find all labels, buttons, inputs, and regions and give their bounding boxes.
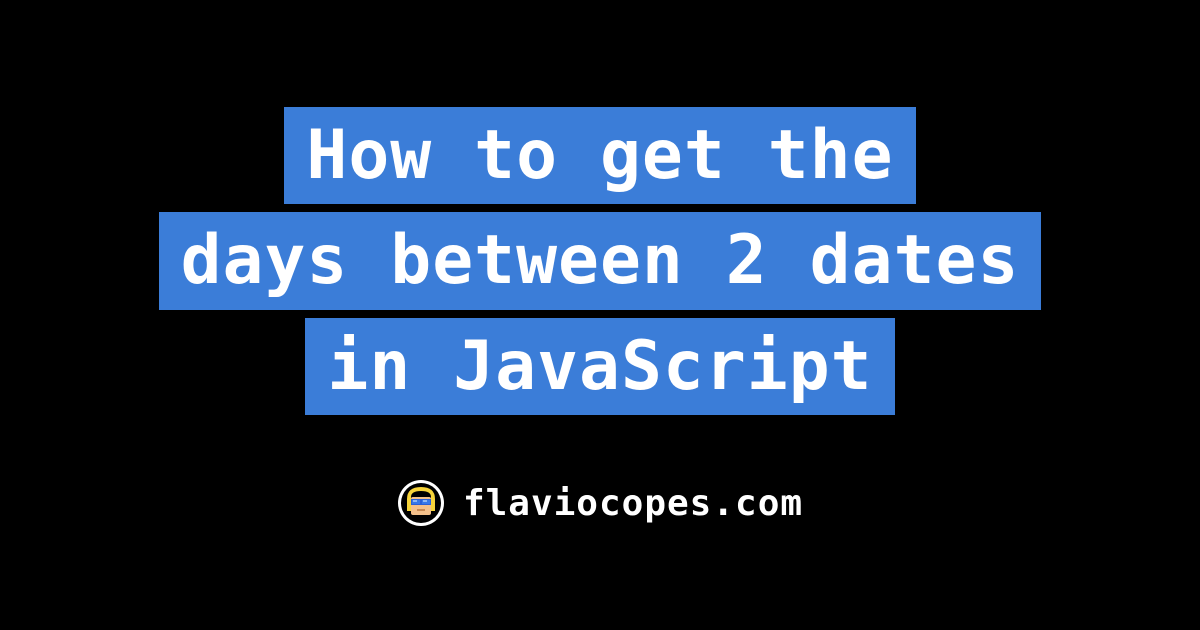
title-line-2: days between 2 dates: [159, 212, 1042, 310]
site-name: flaviocopes.com: [463, 483, 803, 524]
article-title: How to get the days between 2 dates in J…: [159, 103, 1042, 420]
title-line-1: How to get the: [284, 107, 915, 205]
avatar-icon: [397, 479, 445, 527]
footer: flaviocopes.com: [397, 479, 803, 527]
title-line-3: in JavaScript: [305, 318, 894, 416]
